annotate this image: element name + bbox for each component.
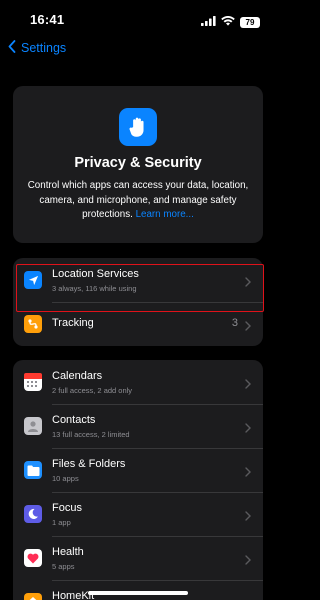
permissions-group: Calendars 2 full access, 2 add only Cont… [13, 360, 263, 600]
home-icon [24, 593, 42, 600]
chevron-left-icon [8, 40, 16, 56]
files-folders-row[interactable]: Files & Folders 10 apps [13, 448, 263, 492]
contacts-icon [24, 417, 42, 435]
highlight-box [16, 264, 264, 312]
chevron-right-icon [245, 552, 251, 570]
chevron-right-icon [245, 420, 251, 438]
calendars-title: Calendars [52, 370, 103, 382]
back-button[interactable]: Settings [8, 40, 66, 56]
home-indicator[interactable] [88, 591, 188, 595]
calendars-row[interactable]: Calendars 2 full access, 2 add only [13, 360, 263, 404]
health-title: Health [52, 546, 84, 558]
contacts-row[interactable]: Contacts 13 full access, 2 limited [13, 404, 263, 448]
contacts-title: Contacts [52, 414, 96, 426]
heart-icon [24, 549, 42, 567]
chevron-right-icon [245, 508, 251, 526]
calendar-icon [24, 373, 42, 391]
chevron-right-icon [245, 464, 251, 482]
tracking-icon [24, 315, 42, 333]
status-time: 16:41 [30, 12, 65, 27]
hand-raised-icon [119, 108, 157, 146]
moon-icon [24, 505, 42, 523]
battery-indicator: 79 [240, 16, 260, 28]
page-title: Privacy & Security [74, 155, 202, 171]
cellular-signal-icon [201, 13, 216, 31]
wifi-icon [221, 13, 235, 31]
focus-title: Focus [52, 502, 82, 514]
tracking-title: Tracking [52, 317, 94, 329]
files-folders-subtitle: 10 apps [52, 474, 79, 483]
status-icons: 79 [201, 13, 260, 31]
focus-subtitle: 1 app [52, 518, 71, 527]
tracking-count: 3 [231, 317, 238, 329]
health-subtitle: 5 apps [52, 562, 75, 571]
files-folders-title: Files & Folders [52, 458, 126, 470]
focus-row[interactable]: Focus 1 app [13, 492, 263, 536]
homekit-row[interactable]: HomeKit [13, 580, 263, 600]
status-bar: 16:41 79 [0, 0, 276, 40]
health-row[interactable]: Health 5 apps [13, 536, 263, 580]
page-description: Control which apps can access your data,… [23, 179, 253, 223]
chevron-right-icon [245, 376, 251, 394]
calendars-subtitle: 2 full access, 2 add only [52, 386, 133, 395]
folder-icon [24, 461, 42, 479]
back-button-label: Settings [21, 41, 67, 55]
learn-more-link[interactable]: Learn more... [136, 209, 194, 220]
privacy-header-card: Privacy & Security Control which apps ca… [13, 86, 263, 243]
contacts-subtitle: 13 full access, 2 limited [52, 430, 130, 439]
chevron-right-icon [245, 318, 251, 336]
